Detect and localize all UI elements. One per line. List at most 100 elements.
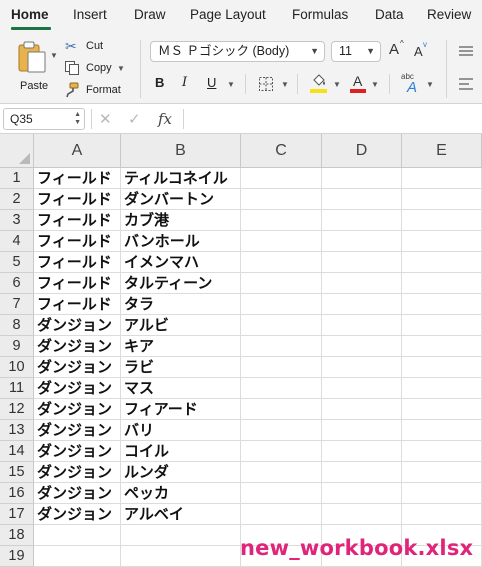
font-color-button[interactable]: A <box>350 73 366 94</box>
cell-d2[interactable] <box>322 189 402 210</box>
cell-d4[interactable] <box>322 231 402 252</box>
cell-a9[interactable]: ダンジョン <box>34 336 121 357</box>
cell-d7[interactable] <box>322 294 402 315</box>
cell-d15[interactable] <box>322 462 402 483</box>
cell-c8[interactable] <box>241 315 322 336</box>
cell-a14[interactable]: ダンジョン <box>34 441 121 462</box>
cell-b13[interactable]: バリ <box>121 420 241 441</box>
cell-b3[interactable]: カブ港 <box>121 210 241 231</box>
row-header-17[interactable]: 17 <box>0 504 34 525</box>
row-header-12[interactable]: 12 <box>0 399 34 420</box>
copy-button[interactable]: Copy ▼ <box>64 60 130 78</box>
cell-e12[interactable] <box>402 399 482 420</box>
row-header-2[interactable]: 2 <box>0 189 34 210</box>
cell-d11[interactable] <box>322 378 402 399</box>
cell-d8[interactable] <box>322 315 402 336</box>
tab-formulas[interactable]: Formulas <box>292 7 348 22</box>
cell-c13[interactable] <box>241 420 322 441</box>
cell-a19[interactable] <box>34 546 121 567</box>
column-header-c[interactable]: C <box>241 134 322 168</box>
row-header-6[interactable]: 6 <box>0 273 34 294</box>
cell-d1[interactable] <box>322 168 402 189</box>
cell-a11[interactable]: ダンジョン <box>34 378 121 399</box>
cell-b9[interactable]: キア <box>121 336 241 357</box>
cell-e13[interactable] <box>402 420 482 441</box>
cell-c7[interactable] <box>241 294 322 315</box>
cell-c11[interactable] <box>241 378 322 399</box>
tab-review[interactable]: Review <box>427 7 471 22</box>
cell-a2[interactable]: フィールド <box>34 189 121 210</box>
cell-e11[interactable] <box>402 378 482 399</box>
cell-e4[interactable] <box>402 231 482 252</box>
cell-c3[interactable] <box>241 210 322 231</box>
cell-a4[interactable]: フィールド <box>34 231 121 252</box>
increase-font-size-button[interactable]: A ^ <box>389 39 407 61</box>
cell-c15[interactable] <box>241 462 322 483</box>
row-header-19[interactable]: 19 <box>0 546 34 567</box>
row-header-18[interactable]: 18 <box>0 525 34 546</box>
cell-a10[interactable]: ダンジョン <box>34 357 121 378</box>
phonetic-chevron-icon[interactable]: ▼ <box>426 80 434 89</box>
cell-e9[interactable] <box>402 336 482 357</box>
cell-c6[interactable] <box>241 273 322 294</box>
font-name-dropdown[interactable]: ＭＳ Ｐゴシック (Body) ▼ <box>150 41 325 62</box>
cell-a13[interactable]: ダンジョン <box>34 420 121 441</box>
align-left-button[interactable] <box>458 77 474 91</box>
row-header-15[interactable]: 15 <box>0 462 34 483</box>
paste-button[interactable]: ▼ Paste <box>12 38 62 98</box>
fill-color-chevron-icon[interactable]: ▼ <box>333 80 341 89</box>
row-header-7[interactable]: 7 <box>0 294 34 315</box>
cell-d10[interactable] <box>322 357 402 378</box>
cell-c4[interactable] <box>241 231 322 252</box>
cell-b18[interactable] <box>121 525 241 546</box>
cell-a17[interactable]: ダンジョン <box>34 504 121 525</box>
column-header-d[interactable]: D <box>322 134 402 168</box>
cell-e1[interactable] <box>402 168 482 189</box>
cell-b12[interactable]: フィアード <box>121 399 241 420</box>
cell-a6[interactable]: フィールド <box>34 273 121 294</box>
font-color-chevron-icon[interactable]: ▼ <box>371 80 379 89</box>
cell-b6[interactable]: タルティーン <box>121 273 241 294</box>
cell-c10[interactable] <box>241 357 322 378</box>
row-header-1[interactable]: 1 <box>0 168 34 189</box>
align-top-button[interactable] <box>458 44 474 56</box>
cell-e16[interactable] <box>402 483 482 504</box>
cut-button[interactable]: ✂ Cut <box>64 38 130 57</box>
cell-d16[interactable] <box>322 483 402 504</box>
cell-d12[interactable] <box>322 399 402 420</box>
phonetic-guide-button[interactable]: abc A <box>400 72 422 96</box>
cell-e8[interactable] <box>402 315 482 336</box>
cell-d5[interactable] <box>322 252 402 273</box>
row-header-9[interactable]: 9 <box>0 336 34 357</box>
borders-chevron-icon[interactable]: ▼ <box>281 80 289 89</box>
column-header-b[interactable]: B <box>121 134 241 168</box>
name-box[interactable]: Q35 ▲ ▼ <box>3 108 85 130</box>
column-header-e[interactable]: E <box>402 134 482 168</box>
cell-d9[interactable] <box>322 336 402 357</box>
underline-chevron-icon[interactable]: ▼ <box>227 80 235 89</box>
cell-b10[interactable]: ラビ <box>121 357 241 378</box>
cell-d3[interactable] <box>322 210 402 231</box>
cell-d14[interactable] <box>322 441 402 462</box>
cell-c12[interactable] <box>241 399 322 420</box>
cell-a1[interactable]: フィールド <box>34 168 121 189</box>
row-header-3[interactable]: 3 <box>0 210 34 231</box>
column-header-a[interactable]: A <box>34 134 121 168</box>
cell-c17[interactable] <box>241 504 322 525</box>
cell-b5[interactable]: イメンマハ <box>121 252 241 273</box>
cell-c1[interactable] <box>241 168 322 189</box>
enter-icon[interactable]: ✓ <box>128 110 141 128</box>
cell-b2[interactable]: ダンバートン <box>121 189 241 210</box>
cell-e6[interactable] <box>402 273 482 294</box>
cell-e2[interactable] <box>402 189 482 210</box>
cell-e7[interactable] <box>402 294 482 315</box>
cancel-icon[interactable]: ✕ <box>99 110 112 128</box>
cell-a7[interactable]: フィールド <box>34 294 121 315</box>
tab-home[interactable]: Home <box>11 7 49 22</box>
cell-c14[interactable] <box>241 441 322 462</box>
cell-c9[interactable] <box>241 336 322 357</box>
cell-d13[interactable] <box>322 420 402 441</box>
cell-a16[interactable]: ダンジョン <box>34 483 121 504</box>
tab-page-layout[interactable]: Page Layout <box>190 7 266 22</box>
row-header-16[interactable]: 16 <box>0 483 34 504</box>
